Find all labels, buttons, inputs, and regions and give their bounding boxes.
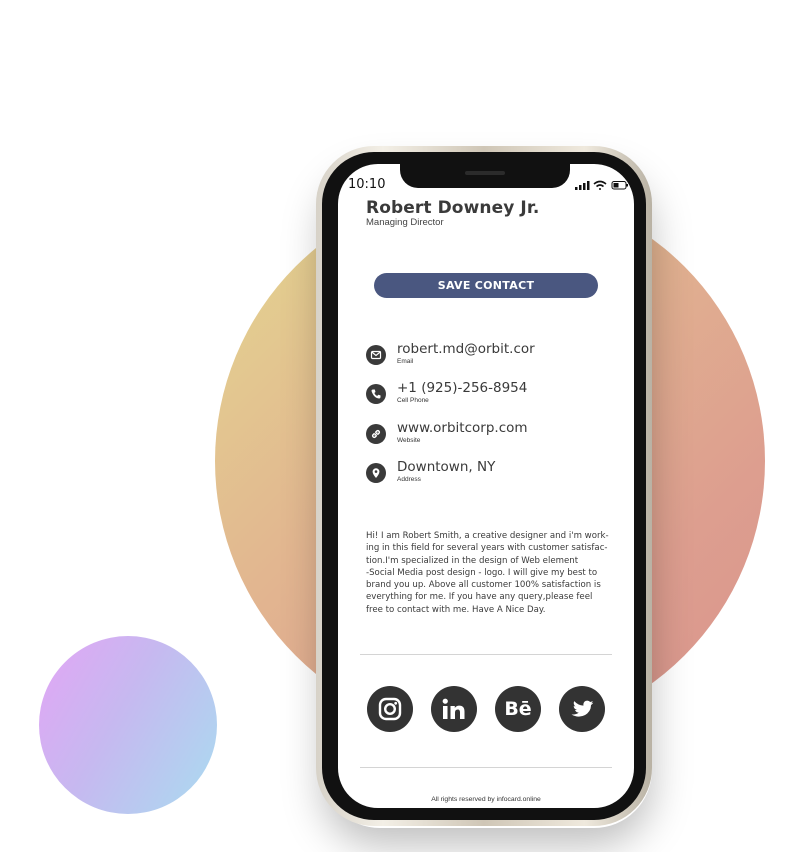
contact-address[interactable]: Downtown, NY Address [366, 459, 616, 489]
divider-bottom [360, 767, 612, 768]
signal-icon [575, 181, 590, 190]
phone-icon [366, 384, 386, 404]
status-bar-icons [575, 178, 630, 190]
contact-phone[interactable]: +1 (925)-256-8954 Cell Phone [366, 380, 616, 410]
battery-icon [611, 181, 628, 190]
phone-speaker [465, 171, 505, 175]
save-contact-button[interactable]: SAVE CONTACT [374, 273, 598, 298]
link-icon [366, 424, 386, 444]
bio-line: tion.I'm specialized in the design of We… [366, 555, 579, 566]
behance-button[interactable]: Bē [495, 686, 541, 732]
linkedin-button[interactable] [431, 686, 477, 732]
contact-value: +1 (925)-256-8954 [397, 380, 528, 396]
bio-line: everything for me. If you have any query… [366, 592, 593, 603]
instagram-button[interactable] [367, 686, 413, 732]
instagram-icon [378, 697, 402, 721]
twitter-icon [571, 700, 594, 717]
twitter-button[interactable] [559, 686, 605, 732]
footer-text: All rights reserved by infocard.online [431, 796, 541, 803]
location-pin-icon [366, 463, 386, 483]
contact-label: Cell Phone [397, 397, 429, 404]
decorative-gradient-circle-small [39, 636, 217, 814]
contact-value: robert.md@orbit.cor [397, 341, 535, 357]
bio-text: Hi! I am Robert Smith, a creative design… [366, 530, 612, 616]
bio-line: Hi! I am Robert Smith, a creative design… [366, 531, 609, 541]
contact-label: Website [397, 437, 421, 444]
bio-line: -Social Media post design - logo. I will… [366, 567, 598, 578]
bio-line: free to contact with me. Have A Nice Day… [366, 604, 546, 615]
phone-notch [400, 164, 570, 188]
contact-label: Address [397, 476, 421, 483]
contact-value: Downtown, NY [397, 459, 496, 475]
profile-name: Robert Downey Jr. [366, 198, 540, 218]
divider-top [360, 654, 612, 655]
linkedin-icon [442, 698, 465, 719]
profile-title: Managing Director [366, 217, 444, 228]
contact-label: Email [397, 358, 414, 365]
status-bar-time: 10:10 [348, 177, 386, 192]
wifi-icon [593, 180, 607, 190]
contact-website[interactable]: www.orbitcorp.com Website [366, 420, 616, 450]
bio-line: ing in this field for several years with… [366, 543, 608, 554]
mail-icon [366, 345, 386, 365]
contact-email[interactable]: robert.md@orbit.cor Email [366, 341, 616, 371]
contact-value: www.orbitcorp.com [397, 420, 528, 436]
behance-icon: Bē [504, 698, 532, 720]
bio-line: brand you up. Above all customer 100% sa… [366, 580, 601, 591]
